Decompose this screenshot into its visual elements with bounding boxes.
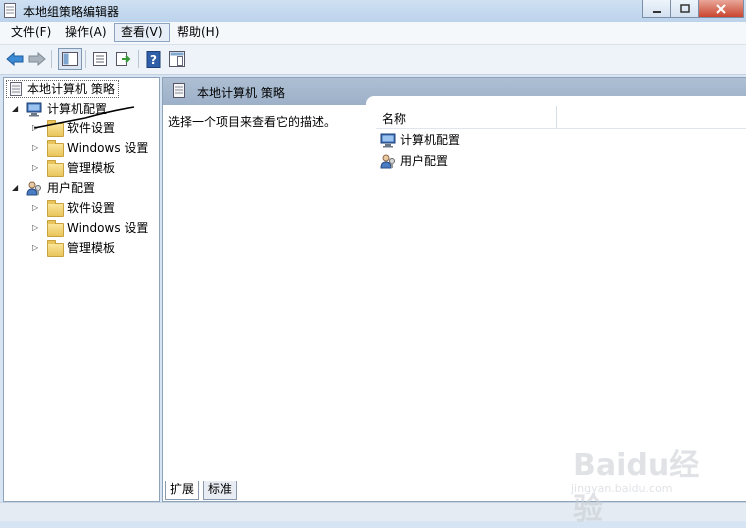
back-arrow-icon (6, 52, 24, 66)
forward-arrow-icon (28, 52, 46, 66)
computer-icon (380, 133, 396, 148)
show-tree-button[interactable] (58, 48, 82, 70)
tree-item-user-config[interactable]: ◢ 用户配置 (12, 179, 152, 197)
properties-button[interactable] (90, 49, 110, 69)
tree-label: 管理模板 (67, 241, 116, 255)
folder-icon (47, 240, 64, 257)
extended-view-icon (169, 51, 185, 67)
user-icon (380, 154, 395, 169)
properties-icon (93, 52, 107, 66)
description-text: 选择一个项目来查看它的描述。 (168, 115, 337, 129)
menu-view[interactable]: 查看(V) (114, 23, 170, 42)
expand-arrow-icon[interactable]: ▷ (32, 159, 38, 177)
tab-extended[interactable]: 扩展 (165, 481, 200, 500)
folder-icon (47, 200, 64, 217)
handwritten-underline (33, 106, 135, 129)
toolbar: ? (0, 45, 746, 75)
list-item-computer-config[interactable]: 计算机配置 (380, 131, 580, 149)
maximize-button[interactable] (670, 0, 699, 18)
column-header-name[interactable]: 名称 (376, 106, 746, 129)
tree-label-user-config: 用户配置 (47, 181, 96, 195)
close-icon (716, 3, 726, 14)
menu-action[interactable]: 操作(A) (59, 24, 113, 41)
tree-label: 管理模板 (67, 161, 116, 175)
help-icon: ? (146, 50, 161, 68)
export-list-button[interactable] (113, 49, 133, 69)
document-icon (173, 83, 185, 98)
svg-text:?: ? (150, 53, 157, 67)
tab-standard[interactable]: 标准 (203, 481, 238, 500)
tree-pane[interactable]: 本地计算机 策略 ◢ 计算机配置 ▷ 软件设置 ▷ Windows 设置 ▷ 管… (3, 77, 160, 502)
help-button[interactable]: ? (144, 49, 164, 69)
back-button[interactable] (5, 49, 25, 69)
tree-root-label: 本地计算机 策略 (27, 82, 115, 96)
tree-root[interactable]: 本地计算机 策略 (6, 80, 119, 98)
folder-icon (47, 160, 64, 177)
details-pane: 本地计算机 策略 选择一个项目来查看它的描述。 名称 计算机配置 用户配置 扩展… (162, 77, 746, 502)
tree-label: 软件设置 (67, 201, 116, 215)
menu-bar: 文件(F) 操作(A) 查看(V) 帮助(H) (0, 22, 746, 45)
document-icon (4, 3, 16, 18)
export-list-icon (116, 52, 131, 66)
details-title: 本地计算机 策略 (197, 86, 285, 100)
window-title: 本地组策略编辑器 (23, 5, 120, 19)
watermark: Baidu经验 jingyan.baidu.com (565, 440, 725, 527)
folder-icon (47, 220, 64, 237)
expand-arrow-icon[interactable]: ▷ (32, 239, 38, 257)
list-item-user-config[interactable]: 用户配置 (380, 152, 580, 170)
tree-label: Windows 设置 (67, 141, 149, 155)
collapse-arrow-icon[interactable]: ◢ (12, 179, 18, 197)
tree-label: Windows 设置 (67, 221, 149, 235)
menu-file[interactable]: 文件(F) (5, 24, 57, 41)
expand-arrow-icon[interactable]: ▷ (32, 219, 38, 237)
list-item-label: 用户配置 (400, 154, 449, 168)
minimize-button[interactable] (642, 0, 671, 18)
collapse-arrow-icon[interactable]: ◢ (12, 100, 18, 118)
show-tree-icon (62, 52, 78, 66)
list-item-label: 计算机配置 (400, 133, 461, 147)
tree-item-user-software-settings[interactable]: ▷ 软件设置 (32, 199, 157, 217)
maximize-icon (679, 4, 690, 13)
watermark-url: jingyan.baidu.com (571, 482, 673, 495)
expand-arrow-icon[interactable]: ▷ (32, 199, 38, 217)
extended-view-button[interactable] (167, 49, 187, 69)
document-icon (10, 82, 22, 96)
user-icon (26, 181, 41, 196)
menu-help[interactable]: 帮助(H) (171, 24, 225, 41)
close-button[interactable] (698, 0, 744, 18)
forward-button[interactable] (27, 49, 47, 69)
folder-icon (47, 140, 64, 157)
tree-item-admin-templates[interactable]: ▷ 管理模板 (32, 159, 157, 177)
minimize-icon (652, 10, 661, 13)
column-name-label: 名称 (382, 112, 407, 126)
item-list[interactable]: 名称 计算机配置 用户配置 (366, 96, 746, 476)
title-bar: 本地组策略编辑器 (0, 0, 746, 22)
tree-item-user-windows-settings[interactable]: ▷ Windows 设置 (32, 219, 157, 237)
expand-arrow-icon[interactable]: ▷ (32, 139, 38, 157)
tree-item-windows-settings[interactable]: ▷ Windows 设置 (32, 139, 157, 157)
tree-item-user-admin-templates[interactable]: ▷ 管理模板 (32, 239, 157, 257)
